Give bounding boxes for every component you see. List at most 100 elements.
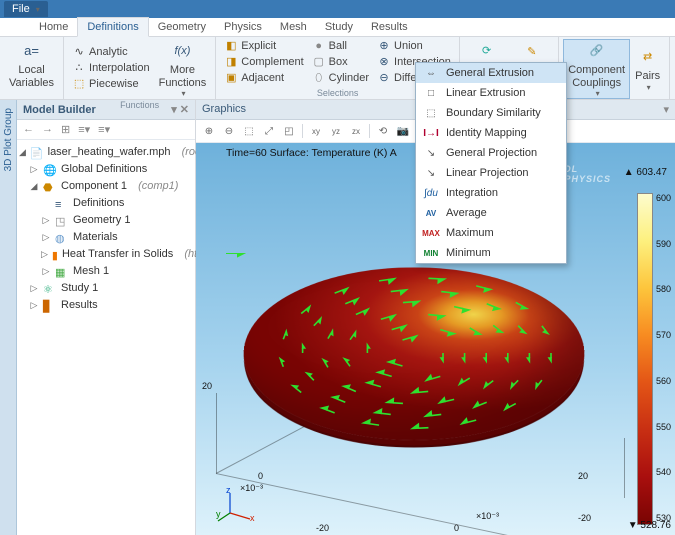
heat-icon: ▮ [52, 248, 58, 262]
menu-general-extrusion[interactable]: ⇔General Extrusion [416, 63, 566, 83]
study-icon: ⚛ [43, 282, 57, 296]
local-variables-button[interactable]: a= Local Variables [4, 39, 59, 90]
nav-fwd-icon[interactable]: → [42, 123, 53, 136]
component-couplings-button[interactable]: 🔗 Component Couplings▾ [563, 39, 630, 99]
file-menu[interactable]: File ▾ [4, 1, 48, 17]
wafer-surface [226, 253, 606, 473]
tab-study[interactable]: Study [316, 18, 362, 36]
boundary-similarity-icon: ⬚ [422, 106, 440, 120]
colorbar [637, 193, 653, 525]
tab-definitions[interactable]: Definitions [77, 17, 148, 37]
interpolation-button[interactable]: ∴Interpolation [68, 61, 154, 77]
panel-dropdown-icon[interactable]: ▾ [663, 103, 669, 116]
colorbar-min: ▼ 528.76 [628, 520, 671, 531]
minimum-icon: MIN [422, 246, 440, 260]
explicit-button[interactable]: ◧Explicit [220, 39, 307, 55]
tab-results[interactable]: Results [362, 18, 417, 36]
ball-button[interactable]: ●Ball [308, 39, 373, 55]
model-builder-toolbar: ← → ⊞ ≡▾ ≡▾ [17, 120, 195, 140]
intersection-icon: ⊗ [377, 56, 391, 70]
probe-icon: ✎ [521, 42, 543, 64]
difference-icon: ⊖ [377, 72, 391, 86]
menu-average[interactable]: AVAverage [416, 203, 566, 223]
cylinder-icon: ⬯ [312, 72, 326, 86]
show-icon[interactable]: ≡▾ [98, 123, 110, 136]
zoom-sel-icon[interactable]: ◰ [280, 122, 298, 140]
interpolation-icon: ∴ [72, 62, 86, 76]
expand-icon[interactable]: ⊞ [61, 123, 70, 136]
average-icon: AV [422, 206, 440, 220]
axis-line [624, 438, 625, 498]
zoom-in-icon[interactable]: ⊕ [200, 122, 218, 140]
adjacent-button[interactable]: ▣Adjacent [220, 71, 307, 87]
geometry-icon: ◳ [55, 214, 69, 228]
tree-root[interactable]: ◢📄laser_heating_wafer.mph (root) [19, 144, 193, 161]
ball-icon: ● [312, 40, 326, 54]
colorbar-ticks: 600 590 580 570 560 550 540 530 [656, 193, 671, 523]
axis-label: ×10⁻³ [476, 511, 499, 522]
analytic-button[interactable]: ∿Analytic [68, 45, 154, 61]
tree-definitions[interactable]: ≡Definitions [19, 195, 193, 212]
linear-projection-icon: ↘ [422, 166, 440, 180]
tree-results[interactable]: ▷▊Results [19, 297, 193, 314]
more-functions-button[interactable]: f(x) More Functions▾ [154, 39, 212, 99]
tab-home[interactable]: Home [30, 18, 77, 36]
box-button[interactable]: ▢Box [308, 55, 373, 71]
piecewise-button[interactable]: ⬚Piecewise [68, 77, 154, 93]
union-icon: ⊕ [377, 40, 391, 54]
tree-geometry[interactable]: ▷◳Geometry 1 [19, 212, 193, 229]
ribbon-group-couplings: 🔗 Component Couplings▾ ⇄ Pairs▾ [559, 37, 670, 99]
menu-minimum[interactable]: MINMinimum [416, 243, 566, 263]
default-view-icon[interactable]: ⟲ [374, 122, 392, 140]
tree-heat-transfer[interactable]: ▷▮Heat Transfer in Solids (ht) [19, 246, 193, 263]
union-button[interactable]: ⊕Union [373, 39, 455, 55]
file-menu-label: File [12, 3, 30, 15]
axis-line [216, 393, 217, 473]
integration-icon: ∫du [422, 186, 440, 200]
collapse-icon[interactable]: ≡▾ [78, 123, 90, 136]
refresh-icon: ⟳ [476, 40, 498, 62]
menu-maximum[interactable]: MAXMaximum [416, 223, 566, 243]
defs-icon: ≡ [55, 197, 69, 211]
pairs-button[interactable]: ⇄ Pairs▾ [630, 45, 665, 93]
functions-caption: Functions [68, 99, 211, 111]
cylinder-button[interactable]: ⬯Cylinder [308, 71, 373, 87]
menu-integration[interactable]: ∫duIntegration [416, 183, 566, 203]
coupling-icon: 🔗 [586, 40, 608, 62]
tab-geometry[interactable]: Geometry [149, 18, 215, 36]
general-extrusion-icon: ⇔ [422, 66, 440, 80]
identity-mapping-icon: I→I [422, 126, 440, 140]
side-tab-3d-plot[interactable]: 3D Plot Group [0, 100, 17, 535]
menu-boundary-similarity[interactable]: ⬚Boundary Similarity [416, 103, 566, 123]
tree-global-defs[interactable]: ▷🌐Global Definitions [19, 161, 193, 178]
axis-label: 20 [202, 381, 212, 391]
view-yz-icon[interactable]: yz [327, 122, 345, 140]
menu-identity-mapping[interactable]: I→IIdentity Mapping [416, 123, 566, 143]
view-xy-icon[interactable]: xy [307, 122, 325, 140]
tree-study[interactable]: ▷⚛Study 1 [19, 280, 193, 297]
zoom-extents-icon[interactable]: ⤢ [260, 122, 278, 140]
complement-button[interactable]: ◨Complement [220, 55, 307, 71]
nav-back-icon[interactable]: ← [23, 123, 34, 136]
axis-triad: z x y [216, 487, 260, 525]
tab-physics[interactable]: Physics [215, 18, 271, 36]
svg-text:z: z [226, 487, 231, 495]
camera-icon[interactable]: 📷 [394, 122, 412, 140]
menu-general-projection[interactable]: ↘General Projection [416, 143, 566, 163]
adjacent-icon: ▣ [224, 72, 238, 86]
fx-icon: f(x) [171, 40, 193, 62]
tree-component[interactable]: ◢⬣Component 1 (comp1) [19, 178, 193, 195]
velocity-arrows [226, 253, 606, 473]
zoom-out-icon[interactable]: ⊖ [220, 122, 238, 140]
zoom-box-icon[interactable]: ⬚ [240, 122, 258, 140]
view-xz-icon[interactable]: zx [347, 122, 365, 140]
tree-mesh[interactable]: ▷▦Mesh 1 [19, 263, 193, 280]
menu-linear-projection[interactable]: ↘Linear Projection [416, 163, 566, 183]
box-icon: ▢ [312, 56, 326, 70]
tree-materials[interactable]: ▷◍Materials [19, 229, 193, 246]
general-projection-icon: ↘ [422, 146, 440, 160]
svg-text:y: y [216, 509, 221, 519]
ribbon: a= Local Variables ∿Analytic ∴Interpolat… [0, 37, 675, 100]
menu-linear-extrusion[interactable]: □Linear Extrusion [416, 83, 566, 103]
tab-mesh[interactable]: Mesh [271, 18, 316, 36]
